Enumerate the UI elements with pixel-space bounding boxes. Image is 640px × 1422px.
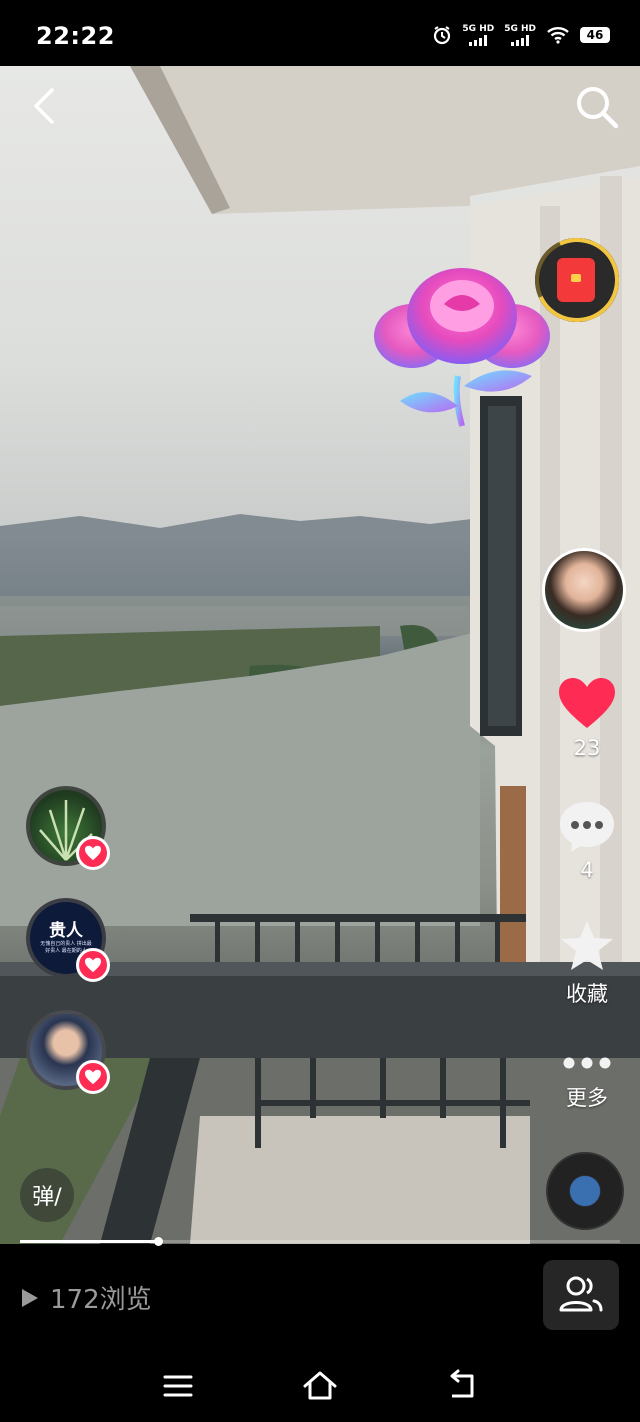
- alarm-icon: [434, 26, 451, 45]
- wifi-icon: [547, 27, 569, 44]
- guiren-title: 贵人: [49, 921, 83, 941]
- comment-button[interactable]: 4: [550, 798, 624, 882]
- heart-icon: [85, 957, 101, 973]
- like-button[interactable]: 23: [550, 676, 624, 760]
- music-disc[interactable]: [546, 1152, 624, 1230]
- favorite-label: 收藏: [566, 982, 608, 1006]
- star-icon: [561, 921, 613, 970]
- people-icon: [559, 1276, 603, 1312]
- gift-heart-badge-2[interactable]: [76, 948, 110, 982]
- back-nav-icon[interactable]: [442, 1366, 482, 1406]
- play-icon: [22, 1288, 38, 1307]
- search-button[interactable]: [574, 84, 620, 130]
- danmu-label: 弹/: [32, 1185, 62, 1210]
- status-time: 22:22: [36, 22, 115, 50]
- signal-icon: 5G HD: [504, 24, 536, 46]
- danmu-toggle-button[interactable]: 弹/: [20, 1168, 74, 1222]
- signal-icon: 5G HD: [462, 24, 494, 46]
- views-info: 172浏览: [20, 1279, 152, 1316]
- menu-icon[interactable]: [158, 1366, 198, 1406]
- comment-count: 4: [580, 858, 594, 882]
- status-icons: 5G HD 5G HD 46: [432, 24, 610, 46]
- back-button[interactable]: [28, 86, 68, 126]
- like-count: 23: [573, 736, 601, 760]
- red-envelope-icon: [557, 258, 595, 302]
- more-dots-icon: [563, 1057, 611, 1069]
- gift-heart-badge-3[interactable]: [76, 1060, 110, 1094]
- favorite-button[interactable]: 收藏: [550, 918, 624, 1008]
- home-icon[interactable]: [300, 1366, 340, 1406]
- heart-icon: [559, 678, 615, 728]
- heart-icon: [85, 1069, 101, 1085]
- friends-button[interactable]: [543, 1260, 619, 1330]
- more-button[interactable]: 更多: [550, 1048, 624, 1112]
- battery-icon: 46: [580, 27, 610, 43]
- gift-heart-badge-1[interactable]: [76, 836, 110, 870]
- network-label-2: 5G HD: [504, 24, 536, 34]
- more-label: 更多: [566, 1086, 608, 1110]
- views-text: 172浏览: [50, 1285, 152, 1315]
- comment-icon: [560, 802, 614, 852]
- video-progress-handle[interactable]: [154, 1237, 163, 1246]
- network-label-1: 5G HD: [462, 24, 495, 34]
- rose-gift-icon: [374, 268, 550, 427]
- heart-icon: [85, 845, 101, 861]
- author-avatar[interactable]: [542, 548, 626, 632]
- video-progress-fill: [20, 1240, 158, 1243]
